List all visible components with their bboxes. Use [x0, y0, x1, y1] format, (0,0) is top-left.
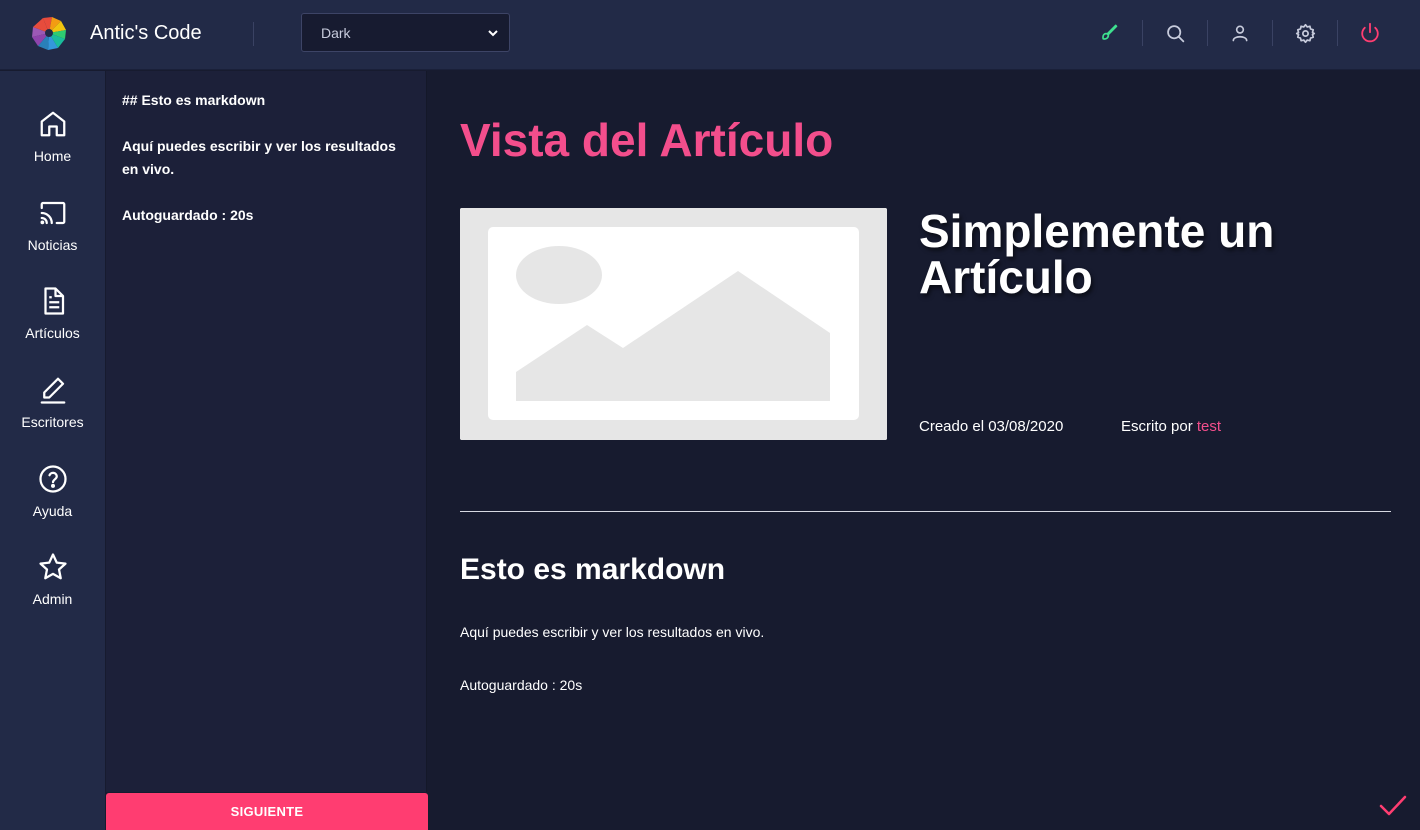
- sidebar-item-label: Artículos: [25, 325, 80, 341]
- user-icon[interactable]: [1229, 22, 1251, 44]
- divider: [253, 22, 254, 46]
- article-preview: Vista del Artículo Simplemente un Artícu…: [460, 71, 1392, 830]
- image-placeholder-icon: [460, 208, 887, 440]
- sidebar-item-label: Escritores: [21, 414, 84, 430]
- sidebar-item-label: Home: [33, 148, 72, 164]
- star-icon: [38, 553, 67, 580]
- sidebar-item-articulos[interactable]: Artículos: [0, 286, 105, 366]
- help-circle-icon: [38, 465, 67, 493]
- divider: [1207, 20, 1208, 46]
- sidebar-item-noticias[interactable]: Noticias: [0, 198, 105, 278]
- search-icon[interactable]: [1164, 22, 1186, 44]
- theme-select[interactable]: Dark: [301, 13, 510, 52]
- editor-line: Autoguardado : 20s: [122, 207, 254, 223]
- markdown-heading: Esto es markdown: [460, 553, 726, 586]
- gear-icon[interactable]: [1294, 22, 1316, 44]
- author-link[interactable]: test: [1197, 418, 1221, 435]
- sidebar-item-escritores[interactable]: Escritores: [0, 375, 105, 455]
- theme-select-value: Dark: [321, 24, 351, 41]
- edit-pen-icon: [40, 377, 65, 404]
- sidebar-item-label: Ayuda: [32, 503, 73, 519]
- divider: [460, 511, 1391, 512]
- sidebar-item-label: Admin: [32, 591, 73, 607]
- cast-icon: [40, 201, 65, 225]
- divider: [1337, 20, 1338, 46]
- editor-line: Aquí puedes escribir y ver los resultado…: [122, 138, 396, 177]
- editor-line: ## Esto es markdown: [122, 92, 266, 108]
- power-icon[interactable]: [1359, 22, 1381, 44]
- markdown-editor[interactable]: ## Esto es markdown Aquí puedes escribir…: [106, 71, 427, 792]
- checkmark-icon[interactable]: [1378, 794, 1408, 818]
- article-image-placeholder: [460, 208, 887, 440]
- divider: [1142, 20, 1143, 46]
- sidebar-item-home[interactable]: Home: [0, 109, 105, 189]
- app-title: Antic's Code: [90, 22, 202, 44]
- markdown-paragraph: Autoguardado : 20s: [460, 677, 583, 693]
- divider: [1272, 20, 1273, 46]
- article-title: Simplemente un Artículo: [919, 205, 1275, 303]
- created-date: Creado el 03/08/2020: [919, 418, 1064, 435]
- sidebar-item-ayuda[interactable]: Ayuda: [0, 464, 105, 544]
- written-by-label: Escrito por: [1121, 418, 1193, 435]
- app-logo-icon[interactable]: [30, 14, 68, 52]
- next-button[interactable]: SIGUIENTE: [106, 793, 428, 830]
- chevron-down-icon: [488, 30, 498, 37]
- sidebar-item-admin[interactable]: Admin: [0, 552, 105, 632]
- file-text-icon: [43, 287, 64, 315]
- home-icon: [40, 111, 65, 137]
- sidebar-item-label: Noticias: [27, 237, 78, 253]
- top-bar: Antic's Code Dark: [0, 0, 1420, 70]
- page-title: Vista del Artículo: [460, 114, 834, 166]
- sidebar: Home Noticias Artículos Escritores Ayuda…: [0, 71, 105, 830]
- author-line: Escrito por test: [1121, 417, 1221, 437]
- brush-icon[interactable]: [1098, 22, 1120, 44]
- markdown-paragraph: Aquí puedes escribir y ver los resultado…: [460, 624, 765, 640]
